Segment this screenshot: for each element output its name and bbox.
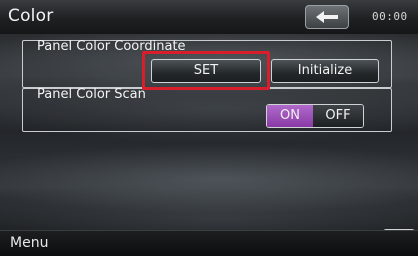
panel-color-scan-label: Panel Color Scan xyxy=(37,87,146,102)
top-bar: Color 00:00 xyxy=(0,0,418,35)
clock: 00:00 xyxy=(372,10,408,23)
page-title: Color xyxy=(8,6,54,26)
toggle-on-option[interactable]: ON xyxy=(267,105,313,127)
set-button-highlight xyxy=(142,51,270,90)
panel-color-scan-toggle[interactable]: ON OFF xyxy=(266,104,364,128)
back-arrow-icon xyxy=(316,11,338,23)
menu-button[interactable]: Menu xyxy=(10,235,48,251)
initialize-button[interactable]: Initialize xyxy=(271,59,379,83)
back-button[interactable] xyxy=(305,5,349,29)
color-settings-screen: Color 00:00 Panel Color Coordinate SET I… xyxy=(0,0,418,256)
bottom-bar: Menu xyxy=(0,230,418,256)
background-wave xyxy=(0,184,418,230)
toggle-off-option[interactable]: OFF xyxy=(313,105,363,127)
